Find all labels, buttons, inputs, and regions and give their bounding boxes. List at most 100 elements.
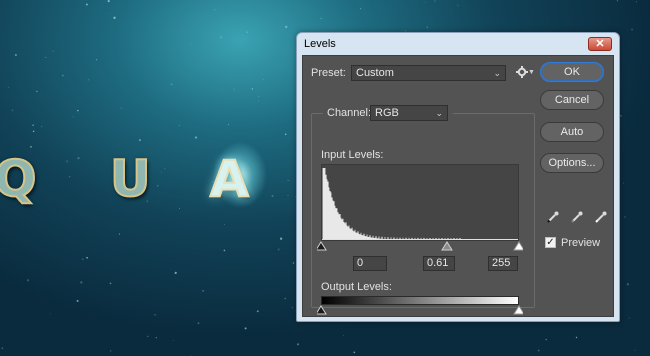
sparkle-dot [8,86,10,88]
sparkle-dot [109,282,112,285]
sparkle-dot [164,168,166,170]
sparkle-dot [179,207,181,209]
ok-button[interactable]: OK [540,62,604,82]
sparkle-dot [624,216,626,218]
sparkle-dot [77,156,80,160]
gear-menu-arrow-icon: ▼ [528,69,535,76]
sparkle-dot [257,95,260,98]
preview-checkbox[interactable]: ✓ [545,237,556,248]
sparkle-dot [634,349,636,351]
sparkle-dot [36,90,38,93]
sparkle-dot [246,31,248,34]
sparkle-dot [174,271,177,274]
sparkle-dot [287,195,289,197]
letter-q: Q [0,149,38,209]
sparkle-dot [66,160,69,163]
sparkle-dot [279,237,283,240]
sparkle-dot [11,109,14,112]
output-gradient-bar [321,296,519,305]
sparkle-dot [45,57,47,58]
sparkle-dot [620,114,622,117]
sparkle-dot [32,124,34,126]
close-button[interactable]: ✕ [588,37,612,51]
output-slider[interactable] [317,305,523,316]
input-black-slider-handle[interactable] [317,241,327,251]
input-levels-label: Input Levels: [321,149,384,161]
sparkle-dot [107,0,110,3]
sparkle-dot [1,347,4,350]
sparkle-dot [154,313,156,316]
input-gamma-field[interactable]: 0.61 [423,256,455,271]
sparkle-dot [155,337,157,339]
output-black-slider-handle[interactable] [317,305,327,315]
sparkle-dot [277,248,280,251]
options-button[interactable]: Options... [540,153,604,173]
channel-row: Channel: RGB ⌄ [323,104,453,124]
channel-dropdown[interactable]: RGB ⌄ [370,105,448,121]
sparkle-dot [251,88,253,90]
sparkle-dot [635,1,637,3]
sparkle-dot [214,9,216,11]
input-white-slider-handle[interactable] [513,241,523,251]
black-point-eyedropper-icon[interactable] [546,210,560,224]
auto-button[interactable]: Auto [540,122,604,142]
sparkle-dot [292,262,295,264]
sparkle-dot [87,78,90,81]
sparkle-dot [342,335,344,337]
checkmark-icon: ✓ [546,237,555,248]
input-gamma-slider-handle[interactable] [441,241,453,251]
sparkle-dot [223,223,225,225]
sparkle-dot [457,4,459,6]
sparkle-dot [113,16,116,19]
dialog-title: Levels [304,38,336,50]
sparkle-dot [628,317,630,319]
cancel-button[interactable]: Cancel [540,90,604,110]
output-white-slider-handle[interactable] [513,305,523,315]
sparkle-dot [353,351,356,354]
sparkle-dot [52,50,54,52]
sparkle-dot [76,299,79,302]
preset-dropdown[interactable]: Custom ⌄ [351,65,506,81]
input-slider[interactable] [317,241,523,252]
sparkle-dot [26,279,30,282]
sparkle-dot [434,0,436,2]
close-icon: ✕ [595,38,605,50]
sparkle-dot [626,283,630,286]
sparkle-dot [86,256,88,259]
sparkle-dot [81,258,84,261]
sparkle-dot [68,175,71,178]
chevron-down-icon: ⌄ [493,68,501,78]
levels-dialog: Levels ✕ Preset: Custom ⌄ ▼ Channel: RGB… [296,32,620,322]
input-white-field[interactable]: 255 [488,256,518,271]
preset-value: Custom [356,67,394,79]
sparkle-dot [296,343,300,346]
sparkle-dot [178,124,181,127]
sparkle-dot [197,322,200,324]
sparkle-dot [61,74,64,77]
sparkle-dot [359,7,362,10]
sparkle-dot [120,107,122,109]
sparkle-dot [220,36,222,39]
sparkle-dot [147,335,149,338]
sparkle-dot [424,2,426,4]
sparkle-dot [85,3,88,6]
sparkle-dot [426,26,429,29]
histogram-graph [322,168,518,240]
sparkle-dot [95,58,98,61]
chevron-down-icon: ⌄ [435,108,443,118]
dialog-titlebar[interactable]: Levels ✕ [297,33,619,55]
sparkle-dot [284,297,286,300]
sparkle-dot [285,25,288,29]
sparkle-dot [189,43,191,45]
input-black-field[interactable]: 0 [353,256,387,271]
sparkle-dot [80,281,83,284]
gray-point-eyedropper-icon[interactable] [570,210,584,224]
sparkle-dot [41,126,43,128]
sparkle-dot [537,349,540,352]
white-point-eyedropper-icon[interactable] [594,210,608,224]
sparkle-dot [631,28,634,31]
sparkle-dot [256,310,259,313]
sparkle-dot [262,78,264,81]
sparkle-dot [118,233,121,235]
sparkle-dot [14,54,17,56]
